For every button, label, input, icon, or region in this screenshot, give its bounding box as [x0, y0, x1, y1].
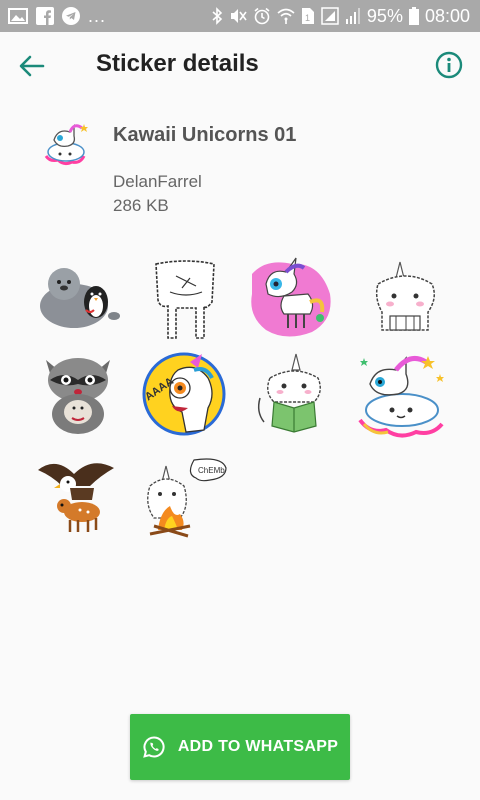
sticker-seal-with-penguin[interactable] — [34, 258, 130, 354]
sticker-eagle-and-deer[interactable] — [36, 456, 132, 552]
clock: 08:00 — [424, 5, 470, 26]
sticker-unicorn-aaaa[interactable]: AAAA — [138, 348, 234, 444]
bluetooth-icon — [211, 7, 223, 25]
sticker-unicorn-reading-book[interactable] — [252, 352, 348, 448]
sticker-raccoon-hug[interactable] — [38, 350, 134, 446]
status-bar: ... 1 95% 08:00 — [0, 0, 480, 32]
back-button[interactable] — [14, 48, 50, 84]
status-bar-notifications: ... — [8, 4, 106, 28]
battery-percent: 95% — [366, 5, 403, 26]
sticker-sketch-figure[interactable] — [146, 258, 242, 354]
arrow-left-icon — [19, 55, 45, 77]
pack-name: Kawaii Unicorns 01 — [113, 124, 297, 146]
mute-icon — [229, 7, 247, 25]
battery-icon — [408, 7, 419, 25]
sticker-unicorn-campfire[interactable]: ChEMb — [140, 456, 236, 552]
tray-icon — [40, 118, 92, 170]
sticker-unicorn-on-cloud[interactable] — [356, 348, 452, 444]
image-notification-icon — [8, 7, 28, 25]
facebook-icon — [36, 7, 54, 25]
pack-publisher: DelanFarrel — [113, 172, 202, 191]
add-to-whatsapp-button[interactable]: ADD TO WHATSAPP — [130, 714, 350, 780]
svg-text:1: 1 — [305, 13, 310, 23]
sticker-unicorn-pink-blob[interactable] — [246, 254, 342, 350]
wifi-icon — [277, 7, 295, 25]
signal-strength-icon — [345, 7, 361, 25]
page-title: Sticker details — [96, 50, 259, 77]
svg-text:ChEMb: ChEMb — [198, 466, 225, 475]
telegram-icon — [62, 7, 80, 25]
alarm-icon — [253, 7, 271, 25]
sticker-unicorn-sketch-face[interactable] — [366, 258, 462, 354]
more-notifications-indicator: ... — [88, 5, 107, 26]
toolbar: Sticker details — [0, 32, 480, 100]
sim-icon: 1 — [301, 7, 315, 25]
info-button[interactable] — [434, 50, 464, 80]
signal-box-icon — [321, 7, 339, 25]
pack-size: 286 KB — [113, 196, 169, 215]
info-circle-icon — [435, 51, 463, 79]
add-to-whatsapp-label: ADD TO WHATSAPP — [177, 738, 339, 755]
whatsapp-icon — [143, 736, 165, 758]
status-bar-system: 1 95% 08:00 — [211, 4, 470, 28]
